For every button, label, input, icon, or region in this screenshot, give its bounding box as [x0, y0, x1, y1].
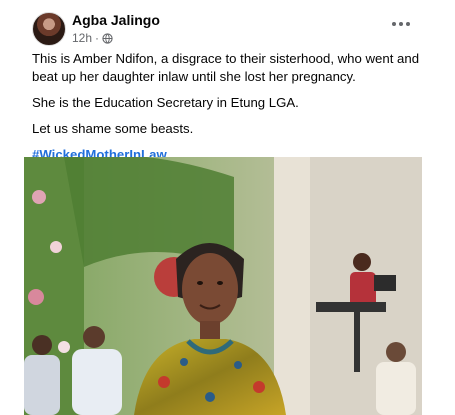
post-photo[interactable]	[24, 157, 422, 415]
avatar[interactable]	[32, 12, 66, 46]
timestamp[interactable]: 12h	[72, 31, 92, 45]
post-paragraph: She is the Education Secretary in Etung …	[32, 95, 299, 110]
facebook-post: Agba Jalingo 12h · This is Amber Ndifon,…	[0, 0, 455, 415]
post-paragraph: Let us shame some beasts.	[32, 121, 194, 136]
post-body: This is Amber Ndifon, a disgrace to thei…	[32, 50, 422, 172]
meta-separator: ·	[95, 31, 100, 45]
more-dot	[406, 22, 410, 26]
photo-illustration	[24, 157, 422, 415]
post-paragraph: This is Amber Ndifon, a disgrace to thei…	[32, 51, 420, 84]
globe-icon[interactable]	[102, 32, 113, 44]
post-meta: 12h ·	[72, 31, 113, 45]
author-name[interactable]: Agba Jalingo	[72, 12, 160, 28]
more-options-button[interactable]	[390, 16, 412, 32]
more-horizontal-icon	[392, 22, 396, 26]
more-dot	[399, 22, 403, 26]
